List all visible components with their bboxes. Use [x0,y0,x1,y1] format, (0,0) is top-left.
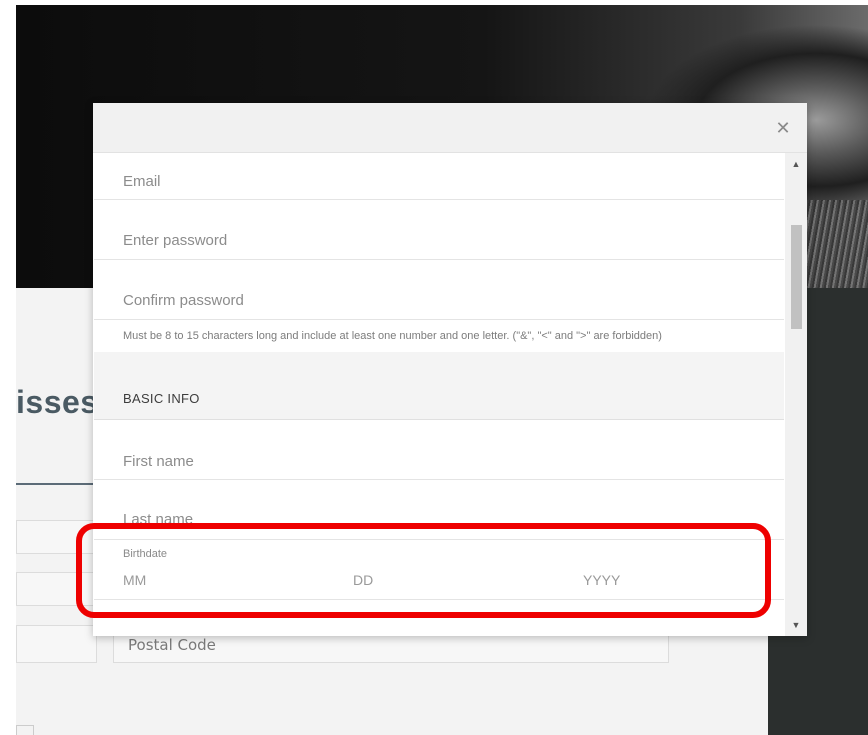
birthdate-year-input[interactable]: YYYY [583,572,620,588]
email-placeholder: Email [123,173,161,190]
section-spacer [94,352,784,372]
modal-header: ✕ [93,103,807,153]
password-placeholder: Enter password [123,232,228,249]
scroll-down-arrow-icon[interactable]: ▼ [785,616,807,634]
background-field [16,625,97,663]
last-name-field[interactable]: Last name [94,480,784,539]
birthdate-day-input[interactable]: DD [353,572,373,588]
password-hint: Must be 8 to 15 characters long and incl… [94,320,784,352]
close-icon[interactable]: ✕ [773,118,793,138]
modal-scroll-content: Email Enter password Confirm password Mu… [93,153,785,600]
scrollbar-thumb[interactable] [791,225,802,329]
modal-body: Email Enter password Confirm password Mu… [93,153,807,636]
modal-scrollbar[interactable]: ▲ ▼ [785,153,807,636]
scroll-up-arrow-icon[interactable]: ▲ [785,155,807,173]
password-field[interactable]: Enter password [94,200,784,260]
birthdate-field: Birthdate MM DD YYYY [94,539,784,600]
background-heading: isses [16,384,96,420]
birthdate-month-input[interactable]: MM [123,572,146,588]
first-name-placeholder: First name [123,453,194,470]
birthdate-label: Birthdate [123,548,168,560]
background-tab-underline [16,483,94,485]
confirm-password-placeholder: Confirm password [123,292,244,309]
background-checkbox [16,725,34,735]
basic-info-title: BASIC INFO [123,391,200,406]
email-field[interactable]: Email [94,153,784,200]
signup-modal: ✕ Email Enter password Confirm password … [93,103,807,636]
last-name-placeholder: Last name [123,511,194,528]
basic-info-section-header: BASIC INFO [94,372,784,420]
first-name-field[interactable]: First name [94,420,784,480]
background-field [16,572,96,606]
confirm-password-field[interactable]: Confirm password [94,260,784,320]
background-field [16,520,96,554]
